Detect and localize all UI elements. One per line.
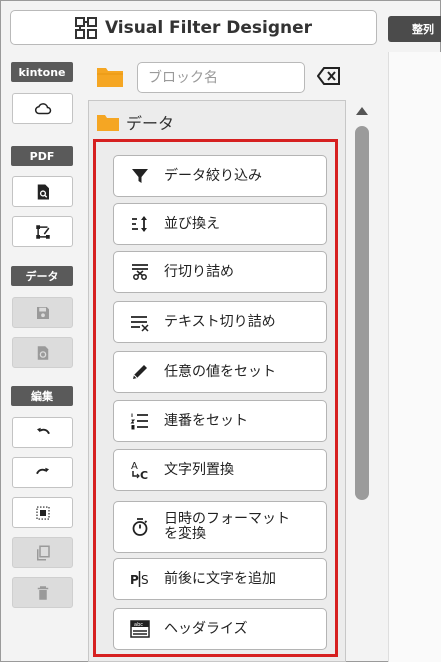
cloud-icon [34, 102, 51, 114]
delete-button[interactable] [12, 577, 73, 608]
trash-icon [37, 585, 48, 600]
folder-icon [97, 115, 119, 131]
undo-icon [36, 427, 50, 434]
highlight-box [93, 139, 338, 657]
app-title: Visual Filter Designer [104, 17, 313, 38]
redo-button[interactable] [12, 457, 73, 488]
app-logo-icon [74, 16, 97, 39]
redo-icon [35, 467, 49, 474]
select-all-icon [35, 505, 50, 520]
canvas-area[interactable] [388, 52, 441, 662]
title-bar: Visual Filter Designer [10, 10, 377, 45]
data-section-label: データ [11, 266, 73, 286]
scrollbar-thumb[interactable] [355, 126, 369, 500]
pdf-layout-button[interactable] [12, 216, 73, 247]
align-tab[interactable]: 整列 [388, 16, 441, 42]
block-search-input[interactable] [137, 62, 305, 93]
kintone-section-label: kintone [11, 62, 73, 82]
restore-button[interactable] [12, 337, 73, 368]
edit-section-label: 編集 [11, 386, 73, 406]
clear-search-icon[interactable] [317, 66, 341, 86]
transform-icon [35, 224, 50, 239]
duplicate-button[interactable] [12, 537, 73, 568]
folder-icon [97, 68, 123, 87]
pdf-preview-button[interactable] [12, 176, 73, 207]
file-restore-icon [37, 345, 48, 360]
select-all-button[interactable] [12, 497, 73, 528]
scroll-up-arrow-icon[interactable] [355, 106, 369, 116]
kintone-upload-button[interactable] [12, 93, 73, 124]
undo-button[interactable] [12, 417, 73, 448]
file-search-icon [37, 184, 49, 199]
data-category-header[interactable]: データ [96, 110, 174, 134]
pdf-section-label: PDF [11, 146, 73, 166]
copy-icon [36, 545, 50, 560]
save-button[interactable] [12, 297, 73, 328]
category-title: データ [126, 114, 175, 133]
save-icon [36, 306, 49, 319]
